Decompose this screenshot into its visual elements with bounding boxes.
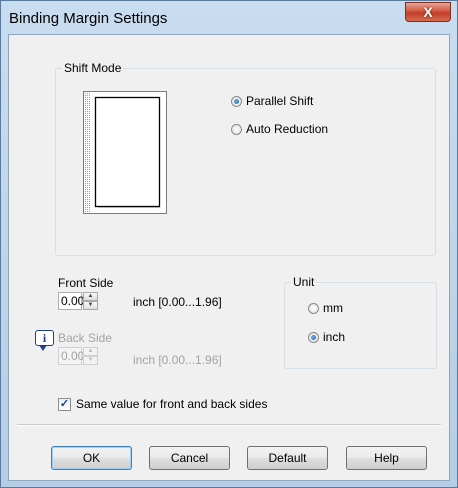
dialog-body: Shift Mode Parallel Shift Auto Reduction… — [8, 34, 450, 481]
page-preview-image — [83, 91, 167, 214]
spin-down-icon[interactable]: ▼ — [83, 301, 98, 310]
back-side-range: inch [0.00...1.96] — [133, 353, 222, 367]
front-side-input[interactable]: 0.00 — [58, 292, 84, 310]
shift-mode-group-title: Shift Mode — [62, 61, 124, 75]
separator — [17, 424, 441, 426]
ok-button[interactable]: OK — [51, 446, 132, 470]
info-icon-tail — [39, 345, 47, 351]
back-side-spinner: ▲ ▼ — [83, 347, 98, 365]
default-button[interactable]: Default — [247, 446, 328, 470]
title-bar[interactable]: Binding Margin Settings X — [1, 1, 457, 35]
same-value-checkbox[interactable]: ✓ — [58, 398, 71, 411]
front-side-range: inch [0.00...1.96] — [133, 295, 222, 309]
mm-label[interactable]: mm — [323, 301, 343, 315]
window-title: Binding Margin Settings — [9, 10, 168, 27]
front-side-spinner[interactable]: ▲ ▼ — [83, 292, 98, 310]
back-side-label: Back Side — [58, 331, 113, 345]
unit-group: Unit — [284, 275, 437, 369]
same-value-label[interactable]: Same value for front and back sides — [76, 397, 267, 411]
spin-up-icon[interactable]: ▲ — [83, 292, 98, 301]
cancel-button[interactable]: Cancel — [149, 446, 230, 470]
spin-down-icon: ▼ — [83, 356, 98, 365]
auto-reduction-label[interactable]: Auto Reduction — [246, 122, 328, 136]
close-icon: X — [423, 4, 433, 20]
back-side-input: 0.00 — [58, 347, 84, 365]
front-side-label: Front Side — [58, 276, 114, 290]
unit-group-title: Unit — [291, 275, 317, 289]
spin-up-icon: ▲ — [83, 347, 98, 356]
inch-label[interactable]: inch — [323, 330, 345, 344]
auto-reduction-radio[interactable] — [231, 124, 242, 135]
inch-radio[interactable] — [308, 332, 319, 343]
parallel-shift-radio[interactable] — [231, 96, 242, 107]
info-icon: i — [35, 330, 54, 346]
close-button[interactable]: X — [405, 2, 451, 22]
parallel-shift-label[interactable]: Parallel Shift — [246, 94, 313, 108]
dialog-window: Binding Margin Settings X Shift Mode Par… — [0, 0, 458, 488]
mm-radio[interactable] — [308, 303, 319, 314]
help-button[interactable]: Help — [346, 446, 427, 470]
